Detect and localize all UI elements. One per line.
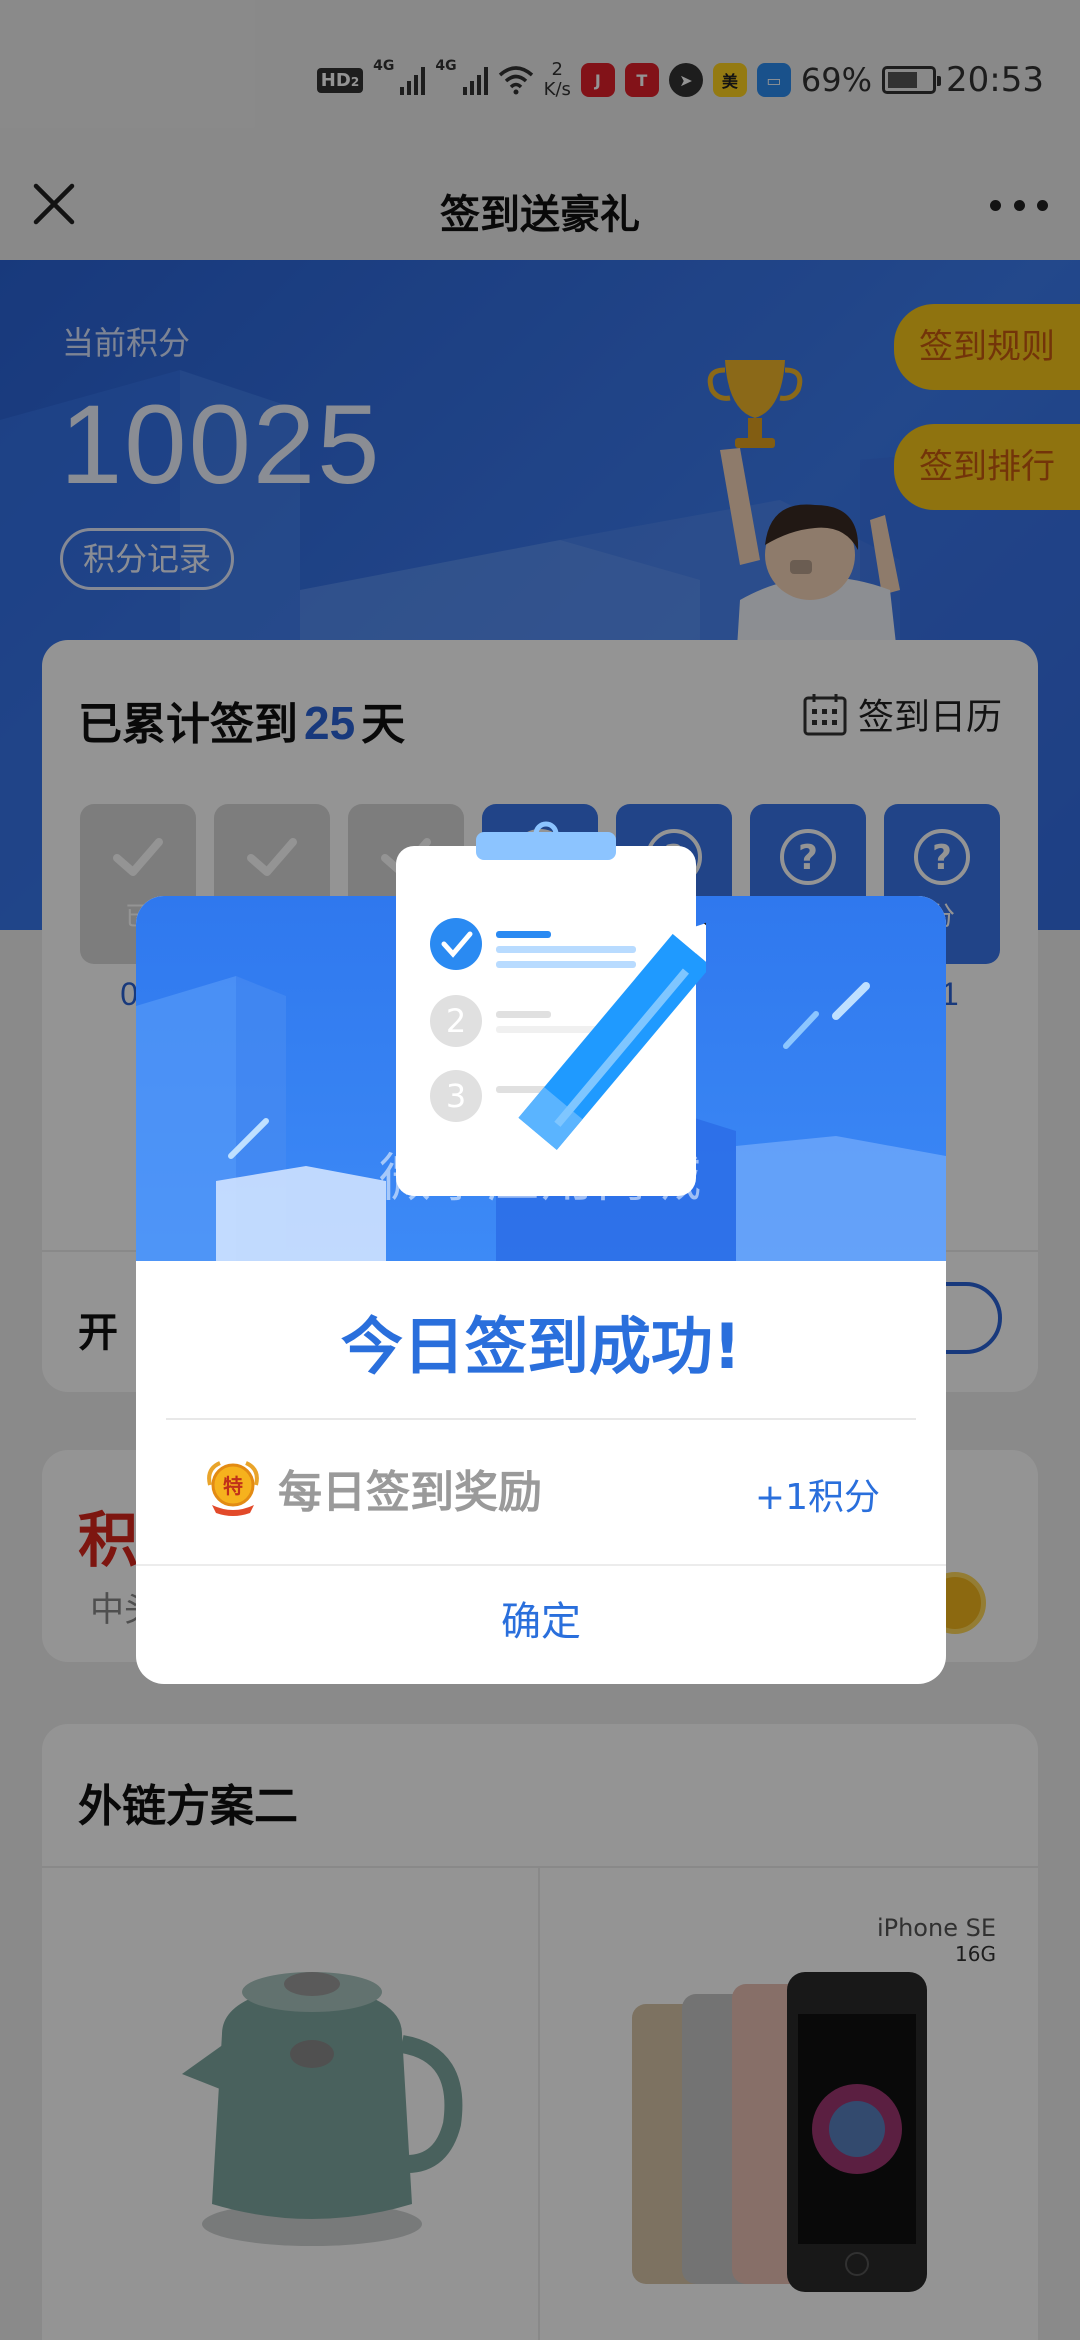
medal-icon: 特 xyxy=(207,1461,259,1516)
confirm-button[interactable]: 确定 xyxy=(136,1564,946,1684)
reward-value: +1积分 xyxy=(754,1477,880,1518)
watermark-text: 微擎应用商城 xyxy=(378,1149,703,1209)
reward-row: 特 每日签到奖励 xyxy=(202,1456,542,1520)
signin-success-dialog: 2 3 微擎应用商城 今日签到成功! 特 每日签到奖励 +1积分 确定 xyxy=(136,821,946,1684)
divider xyxy=(166,1418,916,1420)
svg-text:2: 2 xyxy=(446,1002,466,1040)
medal-text: 特 xyxy=(223,1474,243,1498)
svg-text:3: 3 xyxy=(446,1077,466,1115)
reward-label: 每日签到奖励 xyxy=(278,1467,542,1518)
dialog-title: 今日签到成功! xyxy=(340,1310,742,1383)
